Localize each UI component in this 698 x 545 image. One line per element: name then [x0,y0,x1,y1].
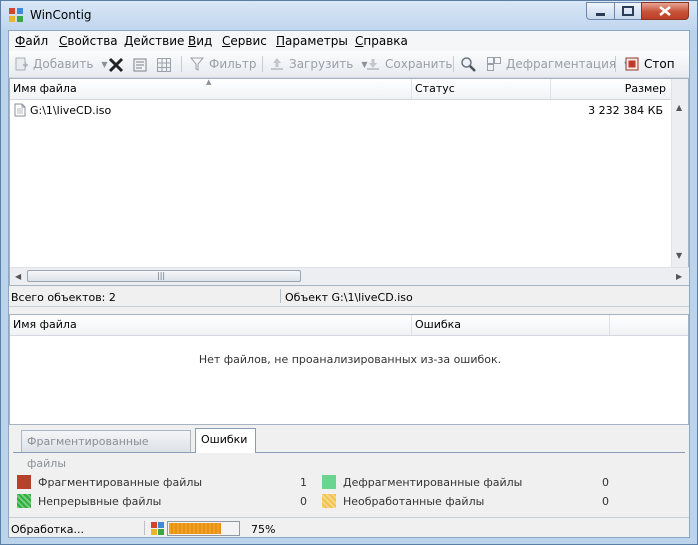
grid-icon[interactable] [156,57,172,73]
legend-contiguous-label: Непрерывные файлы [38,495,162,508]
app-icon [9,8,23,22]
toolbar-separator [453,56,454,72]
file-size: 3 232 384 КБ [588,104,663,117]
add-file-icon [15,57,28,71]
menu-action[interactable]: Действие [124,34,184,48]
scroll-up-icon[interactable]: ▲ [676,103,682,112]
total-objects: Всего объектов: 2 [11,291,116,304]
funnel-icon [189,57,205,71]
chevron-down-icon: ▼ [101,59,108,69]
table-row[interactable]: G:\1\liveCD.iso 3 232 384 КБ [10,101,688,119]
maximize-icon [622,6,634,16]
current-object: Объект G:\1\liveCD.iso [285,291,413,304]
upload-icon [271,58,283,70]
search-icon[interactable] [460,56,476,72]
menu-file[interactable]: Файл [15,34,48,48]
progress-bar [167,521,240,536]
legend-unprocessed-count: 0 [602,495,609,508]
minimize-icon [596,13,605,16]
fragmented-swatch [17,475,31,489]
scroll-right-icon[interactable]: ▶ [676,272,682,281]
tab-errors[interactable]: Ошибки [195,428,256,453]
client-area: Файл Свойства Действие Вид Сервис Параме… [8,30,690,538]
horizontal-scrollbar[interactable]: ◀ ||| ▶ [10,267,689,285]
properties-icon[interactable] [132,57,148,73]
legend-defragmented-label: Дефрагментированные файлы [343,476,523,489]
load-button[interactable]: Загрузить ▼ [269,55,367,73]
legend-fragmented-label: Фрагментированные файлы [38,476,203,489]
minimize-button[interactable] [586,2,615,20]
filter-button[interactable]: Фильтр [189,55,256,73]
empty-message: Нет файлов, не проанализированных из-за … [198,353,502,366]
scrollbar-thumb[interactable]: ||| [27,270,301,282]
sort-ascending-icon: ▲ [206,78,212,86]
defrag-icon [487,57,501,71]
close-button[interactable] [641,2,689,20]
unprocessed-swatch [322,494,336,508]
menu-view[interactable]: Вид [188,34,212,48]
column-error-filename[interactable]: Имя файла [10,315,412,335]
download-icon [367,59,379,70]
menu-parameters[interactable]: Параметры [276,34,348,48]
toolbar-separator [181,56,182,72]
defrag-button[interactable]: Дефрагментация▼ [486,55,630,73]
processing-label: Обработка... [11,523,84,536]
scroll-left-icon[interactable]: ◀ [15,272,21,281]
selection-status: Всего объектов: 2 Объект G:\1\liveCD.iso [9,286,689,307]
legend: Фрагментированные файлы 1 Дефрагментиров… [9,471,689,516]
status-bar: Обработка... 75% [9,517,689,538]
tab-fragmented[interactable]: Фрагментированные файлы [21,430,191,470]
column-size[interactable]: Размер [551,79,672,99]
error-list-header: Имя файла Ошибка [10,315,688,336]
stop-icon [625,57,639,71]
maximize-button[interactable] [614,2,642,20]
file-list-header: Имя файла ▲ Статус Размер [10,78,688,100]
delete-icon[interactable] [108,57,124,73]
file-name: G:\1\liveCD.iso [30,104,112,117]
legend-contiguous-count: 0 [300,495,307,508]
title-bar[interactable]: WinContig [1,1,697,30]
menu-properties[interactable]: Свойства [59,34,118,48]
file-icon [14,103,26,117]
tab-bar: Фрагментированные файлы Ошибки [9,426,689,470]
stop-button[interactable]: Стоп [624,55,675,73]
scroll-down-icon[interactable]: ▼ [676,251,682,260]
menu-help[interactable]: Справка [355,34,408,48]
save-button[interactable]: Сохранить [365,55,453,73]
column-status[interactable]: Статус [412,79,551,99]
vertical-scrollbar[interactable]: ▲ ▼ [671,79,688,285]
defrag-app-icon [151,522,164,535]
status-divider [280,289,281,303]
add-button[interactable]: Добавить ▼ [13,55,108,73]
app-window: WinContig Файл Свойства Действие Вид Сер… [0,0,698,545]
progress-fill [169,523,221,534]
close-icon [659,6,671,16]
progress-percent: 75% [251,523,276,536]
window-title: WinContig [30,8,92,22]
legend-defragmented-count: 0 [602,476,609,489]
legend-fragmented-count: 1 [300,476,307,489]
defragmented-swatch [322,475,336,489]
menu-bar: Файл Свойства Действие Вид Сервис Параме… [9,31,689,51]
file-list[interactable]: Имя файла ▲ Статус Размер G:\1\liveCD.is… [9,78,689,286]
contiguous-swatch [17,494,31,508]
column-filename[interactable]: Имя файла ▲ [10,78,412,99]
error-list[interactable]: Имя файла Ошибка Нет файлов, не проанали… [9,314,689,425]
toolbar-separator [262,56,263,72]
status-divider [144,521,145,535]
toolbar-separator [615,56,616,72]
menu-service[interactable]: Сервис [222,34,267,48]
grip-icon: ||| [157,271,166,280]
column-error[interactable]: Ошибка [412,315,610,335]
toolbar: Добавить▼ Фильтр Загрузить▼ Сохранить [9,51,689,78]
legend-unprocessed-label: Необработанные файлы [343,495,485,508]
